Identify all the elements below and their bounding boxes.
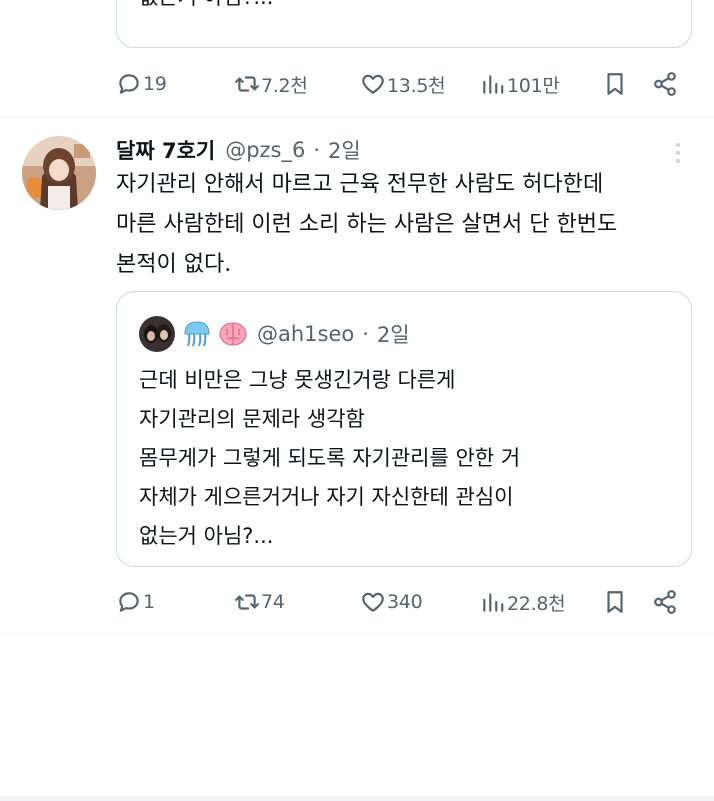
brain-icon [219, 322, 247, 346]
tweet-timestamp[interactable]: 2일 [328, 135, 361, 165]
tweet-text-line: 마른 사람한테 이런 소리 하는 사람은 살면서 단 한번도 [116, 212, 618, 237]
quoted-header-separator: · [362, 322, 369, 346]
quoted-tweet-text-line: 없는거 아님?... [139, 524, 274, 548]
views-bar-icon [483, 593, 504, 612]
bookmark-button[interactable] [602, 66, 628, 102]
quoted-tweet-text-line: 없는거 아님?... [139, 0, 273, 11]
quoted-timestamp: 2일 [376, 323, 410, 347]
author-avatar[interactable] [22, 136, 96, 210]
reply-button[interactable]: 1 [116, 584, 155, 620]
tweet-header: 달짜 7호기 @pzs_6 · 2일 [116, 134, 361, 166]
reply-icon [119, 74, 139, 94]
reply-button[interactable]: 19 [116, 66, 167, 102]
retweet-icon [235, 76, 259, 92]
jellyfish-icon [184, 321, 210, 347]
retweet-count: 7.2천 [261, 74, 308, 97]
heart-icon [362, 592, 384, 612]
avatar-illustration [22, 136, 96, 210]
bookmark-button[interactable] [602, 584, 628, 620]
retweet-button[interactable]: 74 [234, 584, 285, 620]
bookmark-icon [607, 591, 623, 613]
views-button[interactable]: 22.8천 [480, 584, 566, 620]
quoted-tweet-card[interactable]: 없는거 아님?... [116, 0, 692, 48]
quoted-author-handle: @ah1seo [257, 322, 355, 346]
share-button[interactable] [652, 584, 678, 620]
bookmark-icon [607, 73, 623, 95]
retweet-count: 74 [261, 591, 285, 613]
author-handle[interactable]: @pzs_6 [225, 138, 305, 162]
retweet-button[interactable]: 7.2천 [234, 66, 308, 102]
views-bar-icon [483, 75, 504, 94]
quoted-tweet-header: @ah1seo · 2일 [139, 314, 410, 354]
tweet-action-bar: 19 7.2천 13.5천 101만 [116, 66, 688, 102]
quoted-tweet-text-line: 근데 비만은 그냥 못생긴거랑 다른게 [139, 368, 456, 392]
header-separator: · [313, 138, 321, 162]
tweet-action-bar: 1 74 340 22.8천 [116, 584, 688, 620]
reply-count: 19 [143, 73, 167, 95]
author-name[interactable]: 달짜 7호기 [116, 135, 215, 165]
tweet-divider [0, 633, 714, 634]
views-count: 101만 [507, 74, 560, 97]
more-vertical-icon [675, 142, 681, 164]
retweet-icon [235, 594, 259, 610]
tweet-divider [0, 116, 714, 117]
quoted-author-avatar [139, 316, 175, 352]
quoted-avatar-photo [139, 316, 175, 352]
tweet-text-line: 본적이 없다. [116, 252, 232, 277]
like-count: 340 [387, 591, 423, 613]
share-icon [654, 72, 676, 96]
more-options-button[interactable] [668, 140, 688, 166]
quoted-tweet-text-line: 자기관리의 문제라 생각함 [139, 407, 365, 431]
heart-icon [362, 74, 384, 94]
views-count: 22.8천 [507, 592, 566, 615]
bottom-border [0, 797, 714, 801]
like-count: 13.5천 [387, 74, 446, 97]
share-button[interactable] [652, 66, 678, 102]
quoted-tweet-text-line: 몸무게가 그렇게 되도록 자기관리를 안한 거 [139, 446, 521, 470]
views-button[interactable]: 101만 [480, 66, 560, 102]
reply-icon [119, 592, 139, 612]
reply-count: 1 [143, 591, 155, 613]
share-icon [654, 590, 676, 614]
quoted-tweet-text-line: 자체가 게으른거거나 자기 자신한테 관심이 [139, 485, 514, 509]
like-button[interactable]: 340 [360, 584, 423, 620]
like-button[interactable]: 13.5천 [360, 66, 446, 102]
tweet-text-line: 자기관리 안해서 마르고 근육 전무한 사람도 허다한데 [116, 172, 604, 197]
quoted-tweet-card[interactable]: @ah1seo · 2일 근데 비만은 그냥 못생긴거랑 다른게 자기관리의 문… [116, 291, 692, 567]
